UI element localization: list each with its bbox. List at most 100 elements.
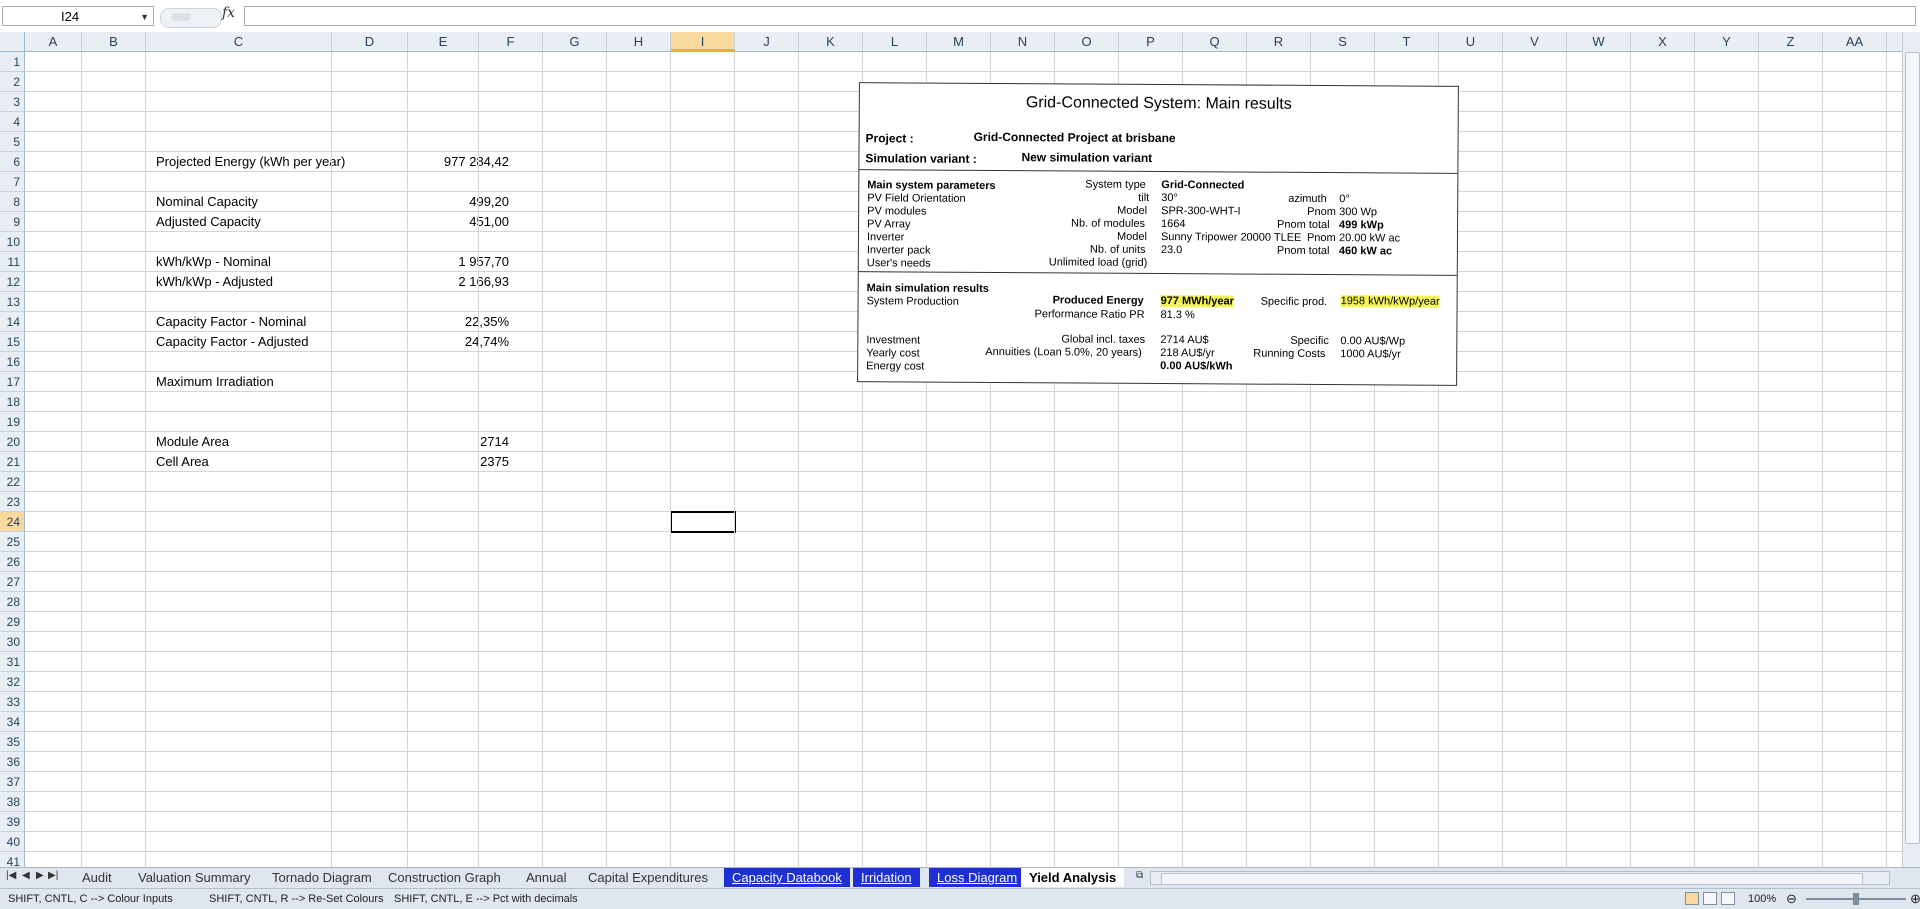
horizontal-scroll-thumb[interactable] [1161, 873, 1863, 885]
vertical-scrollbar[interactable] [1902, 32, 1920, 867]
row-header-33[interactable]: 33 [0, 692, 25, 712]
row-header-13[interactable]: 13 [0, 292, 25, 312]
column-header-v[interactable]: V [1503, 32, 1567, 51]
cell-label-projected-energy[interactable]: Projected Energy (kWh per year) [156, 152, 345, 172]
column-header-aa[interactable]: AA [1823, 32, 1887, 51]
row-header-11[interactable]: 11 [0, 252, 25, 272]
cell-label-maximum-irradiation[interactable]: Maximum Irradiation [156, 372, 274, 392]
column-header-q[interactable]: Q [1183, 32, 1247, 51]
column-header-t[interactable]: T [1375, 32, 1439, 51]
vertical-scroll-thumb[interactable] [1905, 52, 1920, 844]
sheet-tab-loss-diagram[interactable]: Loss Diagram [929, 868, 1026, 887]
last-sheet-icon[interactable]: ▶| [48, 870, 58, 881]
column-header-f[interactable]: F [479, 32, 543, 51]
cell-value-module-area[interactable]: 2714 [413, 432, 509, 452]
sheet-tab-valuation-summary[interactable]: Valuation Summary [130, 868, 258, 887]
row-header-36[interactable]: 36 [0, 752, 25, 772]
sheet-tab-construction-graph[interactable]: Construction Graph [380, 868, 509, 887]
column-header-e[interactable]: E [408, 32, 479, 51]
cell-value-adjusted-capacity[interactable]: 451,00 [413, 212, 509, 232]
row-header-1[interactable]: 1 [0, 52, 25, 72]
row-header-9[interactable]: 9 [0, 212, 25, 232]
insert-sheet-icon[interactable]: ⧉ [1136, 870, 1143, 881]
column-header-k[interactable]: K [799, 32, 863, 51]
row-header-39[interactable]: 39 [0, 812, 25, 832]
cell-value-capacity-factor-adjusted[interactable]: 24,74% [413, 332, 509, 352]
row-header-20[interactable]: 20 [0, 432, 25, 452]
row-header-21[interactable]: 21 [0, 452, 25, 472]
row-header-34[interactable]: 34 [0, 712, 25, 732]
horizontal-scrollbar[interactable] [1150, 871, 1890, 885]
first-sheet-icon[interactable]: |◀ [6, 870, 16, 881]
column-header-p[interactable]: P [1119, 32, 1183, 51]
column-header-j[interactable]: J [735, 32, 799, 51]
name-box[interactable]: I24 ▼ [2, 6, 154, 26]
page-break-view-button[interactable] [1721, 892, 1735, 905]
sheet-tab-audit[interactable]: Audit [74, 868, 120, 887]
row-header-23[interactable]: 23 [0, 492, 25, 512]
next-sheet-icon[interactable]: ▶ [36, 870, 44, 881]
column-header-b[interactable]: B [82, 32, 146, 51]
cell-value-kwh-kwp-nominal[interactable]: 1 957,70 [413, 252, 509, 272]
cell-label-nominal-capacity[interactable]: Nominal Capacity [156, 192, 258, 212]
row-header-40[interactable]: 40 [0, 832, 25, 852]
cell-value-projected-energy[interactable]: 977 284,42 [413, 152, 509, 172]
sheet-tab-capacity-databook[interactable]: Capacity Databook [724, 868, 850, 887]
sheet-tab-tornado-diagram[interactable]: Tornado Diagram [264, 868, 380, 887]
row-header-2[interactable]: 2 [0, 72, 25, 92]
cell-label-module-area[interactable]: Module Area [156, 432, 229, 452]
row-header-6[interactable]: 6 [0, 152, 25, 172]
zoom-slider[interactable] [1806, 893, 1906, 905]
cell-value-kwh-kwp-adjusted[interactable]: 2 166,93 [413, 272, 509, 292]
row-header-4[interactable]: 4 [0, 112, 25, 132]
column-header-n[interactable]: N [991, 32, 1055, 51]
row-header-7[interactable]: 7 [0, 172, 25, 192]
row-header-15[interactable]: 15 [0, 332, 25, 352]
row-header-31[interactable]: 31 [0, 652, 25, 672]
sheet-tab-annual[interactable]: Annual [518, 868, 574, 887]
column-header-w[interactable]: W [1567, 32, 1631, 51]
column-header-h[interactable]: H [607, 32, 671, 51]
row-header-37[interactable]: 37 [0, 772, 25, 792]
column-header-m[interactable]: M [927, 32, 991, 51]
column-header-u[interactable]: U [1439, 32, 1503, 51]
row-header-18[interactable]: 18 [0, 392, 25, 412]
column-header-d[interactable]: D [332, 32, 408, 51]
row-header-35[interactable]: 35 [0, 732, 25, 752]
cell-label-capacity-factor-nominal[interactable]: Capacity Factor - Nominal [156, 312, 306, 332]
cell-value-maximum-irradiation[interactable] [413, 372, 509, 392]
column-header-r[interactable]: R [1247, 32, 1311, 51]
sheet-tab-capital-expenditures[interactable]: Capital Expenditures [580, 868, 716, 887]
formula-input[interactable] [244, 6, 1916, 26]
cell-label-kwh-kwp-nominal[interactable]: kWh/kWp - Nominal [156, 252, 271, 272]
zoom-out-icon[interactable]: ⊖ [1786, 889, 1797, 909]
column-header-x[interactable]: X [1631, 32, 1695, 51]
chevron-down-icon[interactable]: ▼ [140, 7, 149, 27]
row-header-17[interactable]: 17 [0, 372, 25, 392]
column-header-z[interactable]: Z [1759, 32, 1823, 51]
column-header-g[interactable]: G [543, 32, 607, 51]
row-header-16[interactable]: 16 [0, 352, 25, 372]
row-header-14[interactable]: 14 [0, 312, 25, 332]
zoom-in-icon[interactable]: ⊕ [1910, 889, 1920, 909]
row-header-22[interactable]: 22 [0, 472, 25, 492]
column-header-l[interactable]: L [863, 32, 927, 51]
column-header-s[interactable]: S [1311, 32, 1375, 51]
sheet-tab-yield-analysis[interactable]: Yield Analysis [1021, 868, 1125, 887]
row-header-3[interactable]: 3 [0, 92, 25, 112]
page-layout-view-button[interactable] [1703, 892, 1717, 905]
column-header-o[interactable]: O [1055, 32, 1119, 51]
row-header-41[interactable]: 41 [0, 852, 25, 867]
column-header-a[interactable]: A [25, 32, 82, 51]
function-icon[interactable]: fx [222, 5, 235, 21]
row-header-5[interactable]: 5 [0, 132, 25, 152]
cell-value-capacity-factor-nominal[interactable]: 22,35% [413, 312, 509, 332]
column-header-c[interactable]: C [146, 32, 332, 51]
embedded-report-image[interactable]: Grid-Connected System: Main results Proj… [857, 82, 1459, 386]
column-header-y[interactable]: Y [1695, 32, 1759, 51]
cell-label-cell-area[interactable]: Cell Area [156, 452, 209, 472]
cell-label-capacity-factor-adjusted[interactable]: Capacity Factor - Adjusted [156, 332, 308, 352]
row-header-29[interactable]: 29 [0, 612, 25, 632]
row-header-32[interactable]: 32 [0, 672, 25, 692]
normal-view-button[interactable] [1685, 892, 1699, 905]
